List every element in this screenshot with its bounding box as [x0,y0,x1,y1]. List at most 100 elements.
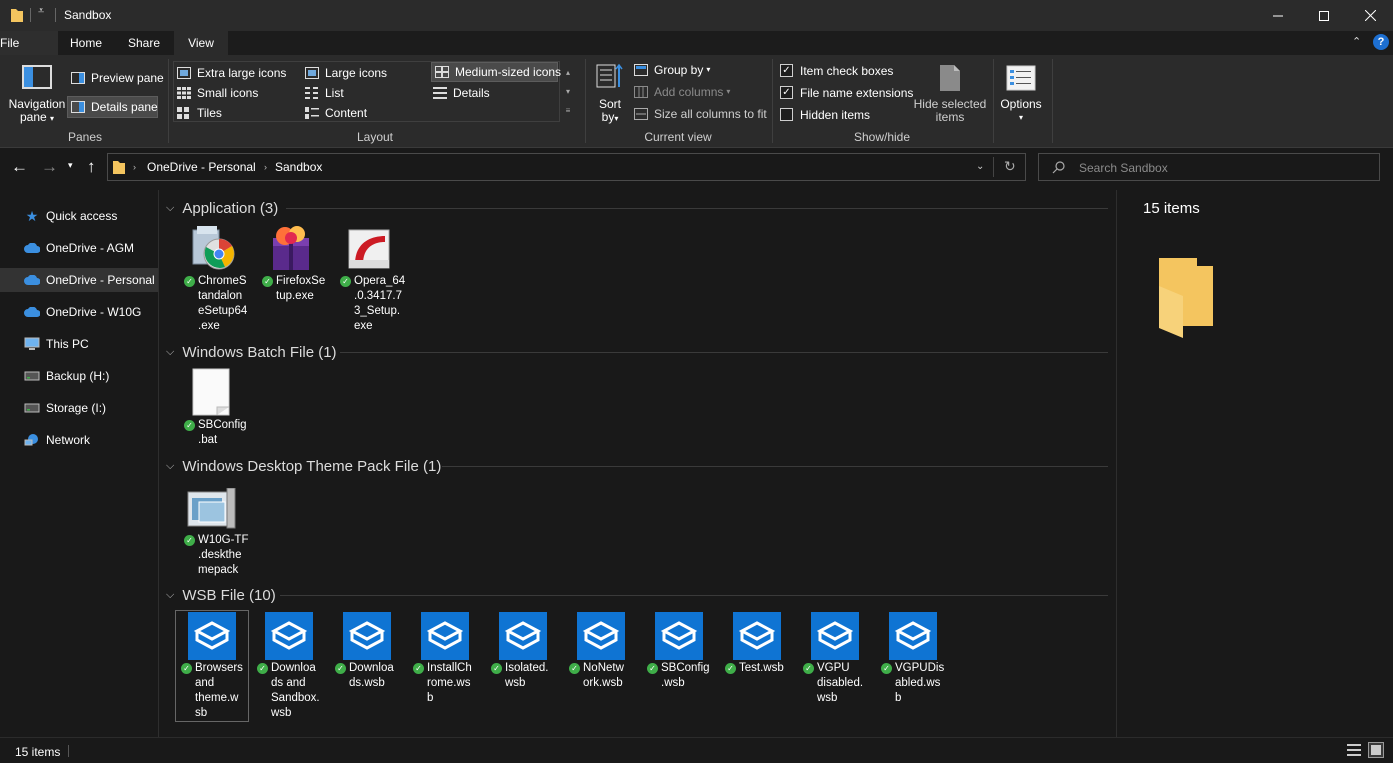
file-name-extensions-toggle[interactable]: ✓ File name extensions [780,84,913,101]
navigation-pane-button[interactable]: Navigation pane ▾ [6,98,68,125]
layout-content[interactable]: Content [305,104,367,121]
forward-arrow-icon: → [41,157,58,176]
help-icon[interactable]: ? [1373,34,1389,50]
group-header-theme-pack[interactable]: ⌵ Windows Desktop Theme Pack File (1) [166,456,441,476]
group-header-application[interactable]: ⌵ Application (3) [166,198,278,218]
layout-small-icons[interactable]: Small icons [177,84,258,101]
details-view-icon[interactable] [1347,744,1361,756]
forward-button[interactable]: → [41,157,58,177]
file-item[interactable]: ✓ NoNetw ork.wsb [564,610,638,692]
layout-extra-large-icons[interactable]: Extra large icons [177,64,286,81]
group-by-button[interactable]: Group by ▾ [634,61,710,78]
hide-selected-items-button[interactable]: Hide selected items [910,98,990,124]
add-columns-button[interactable]: Add columns ▾ [634,83,730,100]
file-item[interactable]: ✓ Opera_64.0.3417.7 3_Setup. exe [335,224,409,336]
group-by-icon [634,63,648,76]
breadcrumb-sandbox[interactable]: Sandbox [275,160,322,174]
hidden-items-label: Hidden items [800,107,871,122]
maximize-button[interactable] [1301,0,1347,31]
preview-pane-label: Preview pane [91,71,164,85]
file-item[interactable]: ✓ Downloa ds and Sandbox. wsb [252,610,326,722]
divider [772,59,773,143]
file-item[interactable]: ✓ Test.wsb [720,610,794,677]
up-arrow-icon: ↑ [87,157,96,176]
address-dropdown-icon[interactable]: ⌄ [976,161,984,172]
layout-label: Medium-sized icons [455,65,562,79]
cloud-icon [24,273,40,287]
sidebar-item-onedrive-personal[interactable]: OneDrive - Personal [0,268,158,292]
minimize-icon [1273,15,1283,16]
file-item[interactable]: ✓ SBConfig .wsb [642,610,716,692]
tab-file[interactable]: File [0,31,58,55]
layout-tiles[interactable]: Tiles [177,104,222,121]
sidebar-item-storage-i[interactable]: Storage (I:) [0,396,158,420]
layout-medium-icons[interactable]: Medium-sized icons [431,62,562,82]
hidden-items-toggle[interactable]: Hidden items [780,106,870,123]
options-icon [1006,65,1036,91]
collapse-ribbon-icon[interactable]: ⌃ [1352,35,1361,48]
group-header-batch-file[interactable]: ⌵ Windows Batch File (1) [166,342,337,362]
file-item[interactable]: ✓ InstallCh rome.ws b [408,610,482,707]
details-pane-button[interactable]: Details pane [67,96,158,118]
preview-pane-button[interactable]: Preview pane [68,68,167,88]
address-bar[interactable]: › OneDrive - Personal › Sandbox ⌄ ↻ [107,153,1026,181]
tab-view[interactable]: View [174,31,228,55]
maximize-icon [1319,10,1329,21]
search-box[interactable]: Search Sandbox [1038,153,1380,181]
file-item[interactable]: ✓ SBConfig .bat [179,368,253,450]
sidebar-item-onedrive-w10g[interactable]: OneDrive - W10G [0,300,158,324]
layout-scroll[interactable]: ▴ ▾ ≡ [562,63,574,120]
breadcrumb-onedrive-personal[interactable]: OneDrive - Personal [147,160,256,174]
divider [68,745,69,757]
layout-list[interactable]: List [305,84,344,101]
group-header-wsb-file[interactable]: ⌵ WSB File (10) [166,585,276,605]
ribbon-tabs: File Home Share View ⌃ ? [0,31,1393,55]
group-title: Application (3) [182,199,279,217]
window-title: Sandbox [64,8,112,22]
checkbox-unchecked[interactable] [780,108,793,121]
file-item[interactable]: ✓ Isolated. wsb [486,610,560,692]
file-item[interactable]: ✓ Browsers and theme.w sb [175,610,249,722]
sidebar-item-onedrive-agm[interactable]: OneDrive - AGM [0,236,158,260]
refresh-icon[interactable]: ↻ [1004,158,1016,175]
file-item[interactable]: ✓ VGPU disabled. wsb [798,610,872,707]
sidebar-item-backup-h[interactable]: Backup (H:) [0,364,158,388]
back-button[interactable]: ← [11,157,28,177]
layout-label: List [325,85,344,100]
computer-icon [24,337,40,351]
up-button[interactable]: ↑ [87,157,96,177]
file-item[interactable]: ✓ FirefoxSe tup.exe [257,224,331,304]
search-icon [1052,161,1065,174]
sidebar-item-quick-access[interactable]: ★ Quick access [0,204,158,228]
minimize-button[interactable] [1255,0,1301,31]
size-all-columns-button[interactable]: Size all columns to fit [634,105,767,122]
sort-by-button[interactable]: Sort by▾ [592,98,628,125]
item-check-boxes-toggle[interactable]: ✓ Item check boxes [780,62,893,79]
tab-home[interactable]: Home [60,31,112,55]
close-icon [1364,10,1376,21]
sidebar-item-label: This PC [46,337,89,351]
sidebar-item-network[interactable]: Network [0,428,158,452]
file-item[interactable]: ✓ Downloa ds.wsb [330,610,404,692]
file-item[interactable]: ✓ W10G-TF .deskthe mepack [179,488,253,584]
layout-large-icons[interactable]: Large icons [305,64,387,81]
layout-details[interactable]: Details [433,84,490,101]
sidebar-item-label: OneDrive - AGM [46,241,135,255]
checkbox-checked[interactable]: ✓ [780,64,793,77]
close-button[interactable] [1347,0,1393,31]
file-item[interactable]: ✓ VGPUDis abled.ws b [876,610,950,707]
file-item[interactable]: ✓ ChromeS tandalon eSetup64 .exe [179,224,253,336]
sidebar-item-this-pc[interactable]: This PC [0,332,158,356]
sync-status-icon: ✓ [881,663,892,674]
file-name: Test.wsb [739,662,784,674]
network-icon [24,433,40,447]
checkbox-checked[interactable]: ✓ [780,86,793,99]
large-icons-view-icon[interactable] [1368,742,1384,758]
options-button[interactable]: Options ▾ [996,98,1046,124]
recent-locations-button[interactable]: ▾ [68,160,73,171]
tab-share[interactable]: Share [118,31,170,55]
navigation-bar: ← → ▾ ↑ › OneDrive - Personal › Sandbox … [0,148,1393,186]
customize-qat-icon[interactable]: ⩡ [38,5,44,18]
sort-label-2: by [601,110,615,124]
current-view-group-label: Current view [644,130,712,144]
